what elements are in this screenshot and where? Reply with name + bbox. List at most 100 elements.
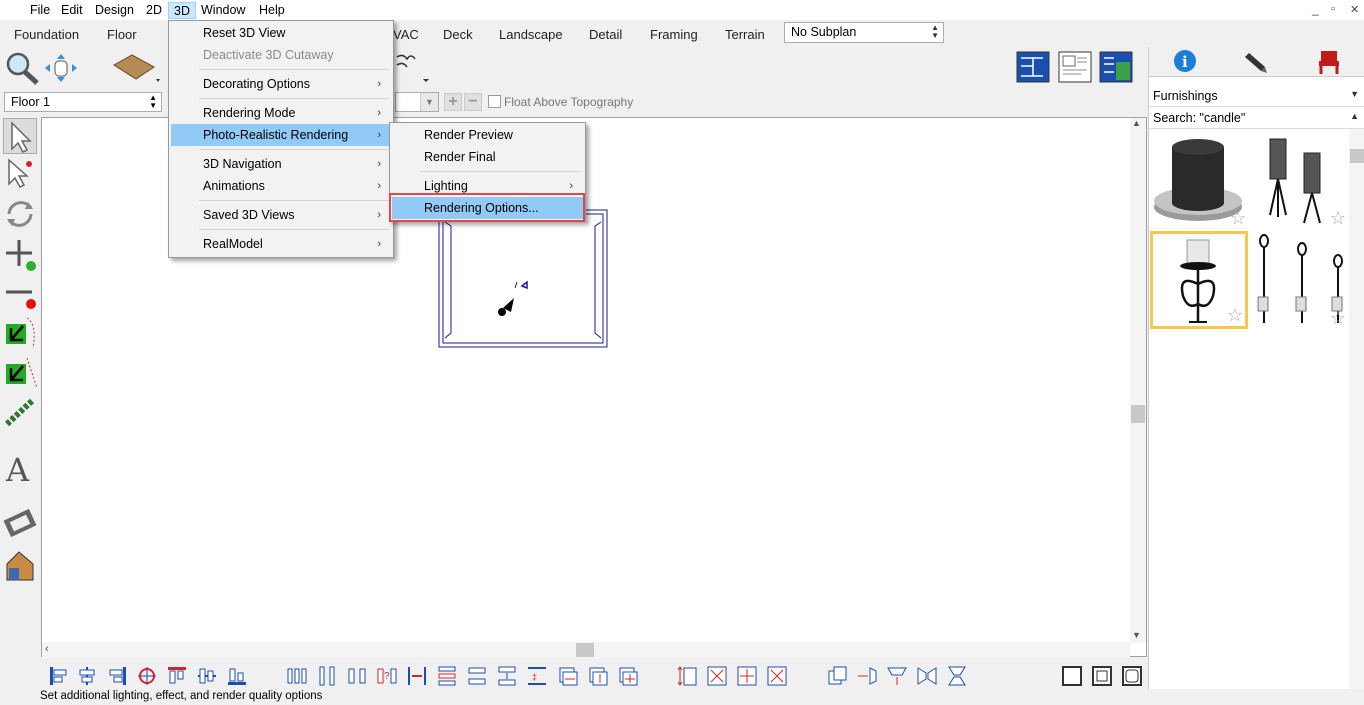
menu-window[interactable]: Window [196,2,250,19]
edit-area-tool[interactable] [3,156,37,192]
subplan-select[interactable]: No Subplan ▲ ▼ [784,22,944,43]
float-above-topography-checkbox[interactable] [488,95,501,108]
menu-item-3d-navigation[interactable]: 3D Navigation › [171,153,391,175]
favorite-star-icon[interactable]: ☆ [1230,208,1246,229]
menu-item-realmodel[interactable]: RealModel › [171,233,391,255]
floor-select[interactable]: Floor 1 ▲ ▼ [4,92,162,112]
menu-item-saved-3d-views[interactable]: Saved 3D Views › [171,204,391,226]
align-left-icon[interactable] [48,665,70,687]
room-plan-drawing[interactable] [437,208,609,350]
space-custom-icon[interactable]: ? [376,665,398,687]
category-select[interactable]: Furnishings ▼ [1149,86,1364,107]
library-thumbnail[interactable]: ☆ [1150,231,1248,329]
mirror-left-icon[interactable] [856,665,878,687]
menu-help[interactable]: Help [254,2,290,19]
layer-select[interactable]: ▼ [395,92,439,112]
scroll-thumb[interactable] [1131,405,1145,423]
menu-item-decorating-options[interactable]: Decorating Options › [171,73,391,95]
tab-hvac[interactable]: VAC [393,27,419,42]
menu-item-photo-realistic-rendering[interactable]: Photo-Realistic Rendering › [171,124,391,146]
library-thumbnail[interactable]: ☆ [1250,131,1348,229]
tab-floor[interactable]: Floor [107,27,137,42]
resize-vertical-icon[interactable] [587,665,609,687]
tab-pen[interactable] [1221,47,1293,77]
align-right-icon[interactable] [106,665,128,687]
tab-detail[interactable]: Detail [589,27,622,42]
copy-object-icon[interactable] [826,665,848,687]
space-fit-icon[interactable] [406,665,428,687]
menu-design[interactable]: Design [90,2,139,19]
vertical-scrollbar[interactable]: ▲ ▼ [1130,118,1146,643]
space-equal-icon[interactable] [346,665,368,687]
library-thumbnail[interactable]: ☆ [1150,131,1248,229]
menu-item-animations[interactable]: Animations › [171,175,391,197]
menu-2d[interactable]: 2D [141,2,167,19]
tab-info[interactable]: i [1149,47,1221,77]
horizontal-scrollbar[interactable]: ‹ [42,642,1130,658]
menu-3d[interactable]: 3D [168,2,196,19]
menu-file[interactable]: File [25,2,55,19]
expand-both-icon[interactable] [736,665,758,687]
distribute-vertical-icon[interactable] [436,665,458,687]
align-center-icon[interactable] [76,665,98,687]
select-objects-tool[interactable] [3,118,37,154]
menu-edit[interactable]: Edit [56,2,88,19]
chain-tool[interactable] [3,394,37,430]
camera-view-icon[interactable] [1098,50,1134,84]
tab-terrain[interactable]: Terrain [725,27,765,42]
align-middle-icon[interactable] [196,665,218,687]
shrink-both-icon[interactable] [706,665,728,687]
layout-view-icon[interactable] [1057,50,1093,84]
scroll-thumb[interactable] [576,643,594,657]
menu-item-render-final[interactable]: Render Final [392,146,583,168]
film-strip-icon[interactable] [3,506,37,542]
delete-point-tool[interactable] [3,276,37,312]
text-tool[interactable]: A [3,451,37,489]
space-vertical-icon[interactable] [466,665,488,687]
center-object-icon[interactable] [136,665,158,687]
distribute-horizontal-icon[interactable] [286,665,308,687]
library-thumbnail[interactable]: ☆ [1250,231,1348,329]
mirror-vertical-icon[interactable] [946,665,968,687]
menu-item-reset-3d-view[interactable]: Reset 3D View [171,22,391,44]
restore-button[interactable]: ▫ [1331,3,1335,15]
search-field[interactable]: Search: "candle" ▲ [1149,108,1364,129]
tab-framing[interactable]: Framing [650,27,698,42]
close-button[interactable]: ✕ [1350,3,1359,16]
favorite-star-icon[interactable]: ☆ [1330,308,1346,329]
tab-deck[interactable]: Deck [443,27,473,42]
add-point-tool[interactable] [3,236,37,272]
menu-item-render-preview[interactable]: Render Preview [392,124,583,146]
height-arrow-icon[interactable] [676,665,698,687]
break-line-tool[interactable] [3,314,37,350]
pan-hand-icon[interactable] [42,51,80,85]
align-bottom-icon[interactable] [226,665,248,687]
rotate-tool[interactable] [3,196,37,232]
mirror-horizontal-icon[interactable] [916,665,938,687]
tab-foundation[interactable]: Foundation [14,27,79,42]
resize-horizontal-icon[interactable] [557,665,579,687]
zoom-icon[interactable] [4,51,40,85]
house-3d-icon[interactable] [3,548,37,584]
resize-both-icon[interactable] [617,665,639,687]
expand-diagonal-icon[interactable] [766,665,788,687]
frame-rounded-icon[interactable] [1121,665,1143,687]
plus-button[interactable]: + [444,93,462,111]
tab-landscape[interactable]: Landscape [499,27,563,42]
chevron-down-icon[interactable]: ▼ [420,93,438,111]
space-vertical-custom-icon[interactable]: ‡ [526,665,548,687]
library-scrollbar[interactable] [1349,129,1364,689]
tab-library[interactable] [1293,47,1364,77]
mirror-top-icon[interactable] [886,665,908,687]
scroll-thumb[interactable] [1350,149,1364,163]
space-horizontal-icon[interactable] [316,665,338,687]
space-vertical-equal-icon[interactable] [496,665,518,687]
align-top-icon[interactable] [166,665,188,687]
minimize-button[interactable]: _ [1312,2,1319,16]
stairs-icon[interactable] [395,51,435,87]
roof-icon[interactable] [110,51,162,87]
frame-nested-icon[interactable] [1091,665,1113,687]
join-line-tool[interactable] [3,354,38,390]
frame-square-icon[interactable] [1061,665,1083,687]
minus-button[interactable]: − [464,93,482,111]
